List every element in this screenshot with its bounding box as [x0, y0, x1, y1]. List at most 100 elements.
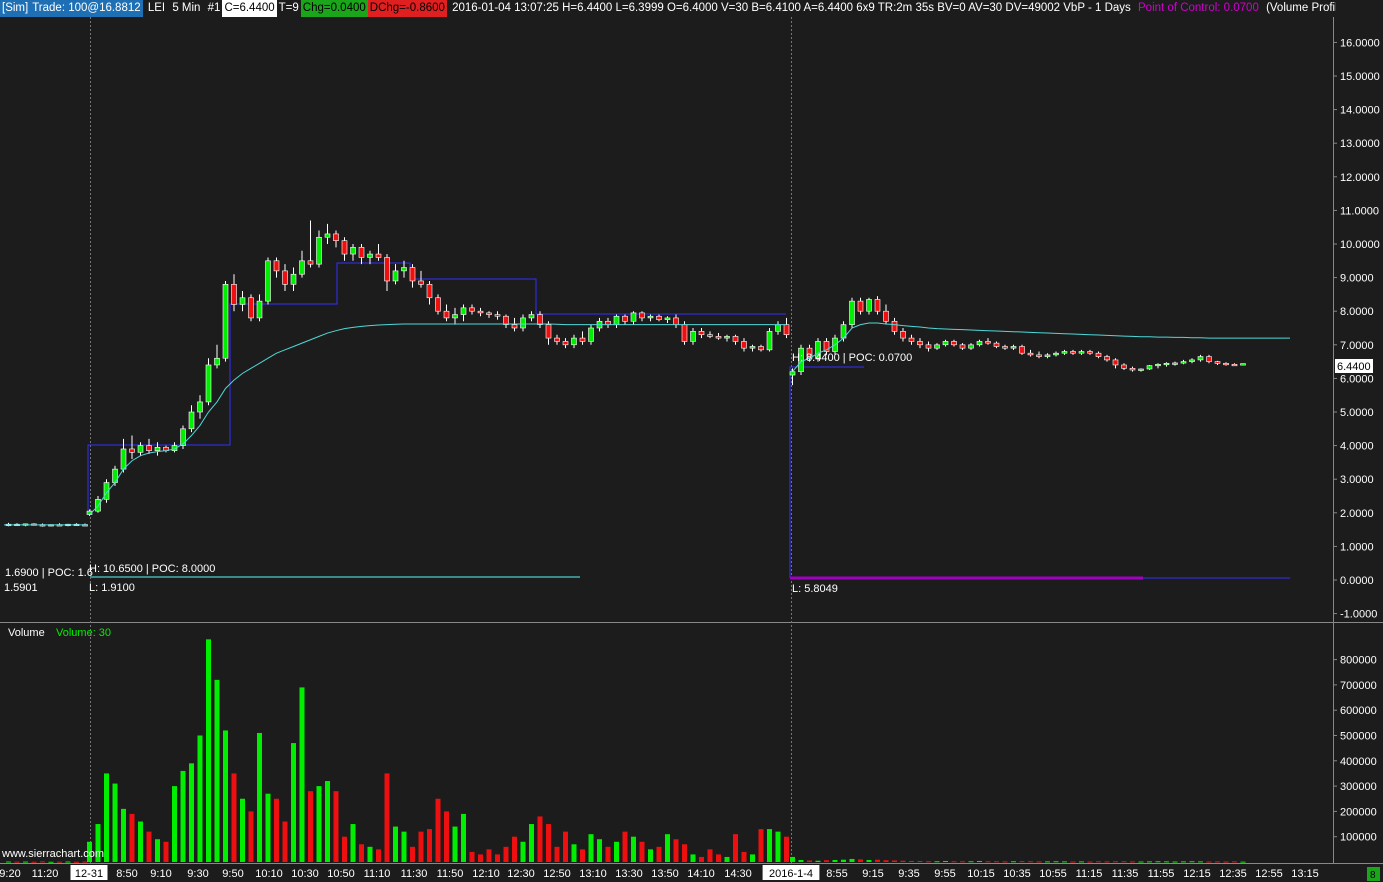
- volume-bar: [832, 859, 838, 862]
- volume-bar: [342, 836, 347, 862]
- candle-body: [1197, 356, 1204, 361]
- volume-bar: [892, 860, 897, 862]
- price-axis[interactable]: 16.0000 15.0000 14.0000 13.0000 12.0000 11.00…: [1333, 37, 1380, 621]
- volume-bar: [588, 834, 594, 862]
- candle-body: [137, 445, 144, 453]
- volume-bar: [994, 861, 999, 863]
- volume-tick-label: 500000: [1340, 731, 1377, 743]
- candle-body: [605, 320, 611, 325]
- volume-bar: [883, 860, 889, 862]
- price-tick-label: 0.0000: [1340, 575, 1374, 587]
- candle-body: [571, 337, 577, 346]
- candle-body: [1053, 352, 1059, 356]
- price-tick-label: 1.0000: [1340, 541, 1374, 553]
- time-tick-label: 9:20: [0, 868, 21, 880]
- volume-bar: [512, 836, 517, 862]
- candle-body: [401, 267, 407, 272]
- candle-body: [1214, 361, 1221, 364]
- candle-body: [460, 307, 467, 315]
- volume-bar: [1070, 861, 1076, 863]
- volume-bar: [163, 841, 169, 862]
- candle-body: [985, 341, 991, 344]
- time-tick-label: 9:15: [862, 868, 883, 880]
- candle-body: [426, 284, 433, 299]
- candle-body: [976, 341, 983, 346]
- volume-tick-label: 300000: [1340, 781, 1377, 793]
- time-tick-label: 9:10: [150, 868, 171, 880]
- candle-body: [673, 317, 679, 325]
- day1-low-label: 1.5901: [4, 582, 38, 594]
- candle-body: [681, 324, 688, 342]
- candle-body: [959, 344, 966, 349]
- volume-bar: [926, 861, 931, 863]
- time-tick-label: 11:55: [1148, 868, 1175, 880]
- price-tick-label: 14.0000: [1340, 105, 1380, 117]
- candle-body: [341, 240, 348, 255]
- volume-bar: [155, 839, 160, 862]
- volume-bar: [682, 844, 687, 862]
- candle-body: [409, 267, 416, 282]
- volume-bar: [1062, 861, 1067, 863]
- volume-bar: [1121, 861, 1127, 863]
- time-axis[interactable]: 9:20 11:20 12-31 8:50 9:10 9:30 9:50 10:10 10:30…: [0, 865, 1319, 880]
- volume-bar: [189, 763, 194, 862]
- volume-bar: [325, 781, 330, 862]
- volume-bar: [951, 861, 957, 863]
- time-tick-label: 8:50: [116, 868, 137, 880]
- price-volume-chart[interactable]: 16.0000 15.0000 14.0000 13.0000 12.0000 11.00…: [0, 0, 1383, 882]
- volume-bar: [571, 844, 577, 862]
- volume-bar: [240, 798, 245, 862]
- candle-body: [866, 299, 872, 312]
- price-tick-label: 4.0000: [1340, 441, 1374, 453]
- volume-bar: [427, 829, 432, 862]
- candle-body: [1070, 351, 1076, 354]
- candle-body: [418, 280, 424, 285]
- time-tick-label: 11:50: [437, 868, 464, 880]
- volume-bar: [1113, 861, 1118, 863]
- volume-profile-outline: [789, 366, 864, 578]
- candle-body: [299, 260, 305, 275]
- volume-bar: [775, 831, 781, 862]
- candle-body: [900, 331, 906, 339]
- volume-bar: [1002, 861, 1008, 863]
- volume-bar: [350, 824, 356, 862]
- candle-body: [520, 317, 526, 329]
- volume-bar: [1036, 861, 1042, 863]
- candle-body: [1129, 368, 1136, 371]
- price-tick-label: 13.0000: [1340, 138, 1380, 150]
- day3-high-poc-label: H: 8.4400 | POC: 0.0700: [792, 352, 912, 364]
- volume-bar: [917, 860, 923, 862]
- volume-bar: [1206, 861, 1212, 863]
- candle-body: [120, 448, 127, 470]
- candle-body: [1002, 346, 1008, 349]
- candle-body: [1112, 359, 1119, 366]
- candle-body: [562, 341, 569, 346]
- candle-body: [307, 260, 314, 265]
- volume-bar: [274, 798, 279, 862]
- volume-bar: [393, 826, 398, 862]
- candle-body: [1163, 362, 1170, 366]
- price-tick-label: 10.0000: [1340, 239, 1380, 251]
- volume-bar: [359, 844, 364, 862]
- corner-badge-label: 8: [1370, 870, 1376, 881]
- volume-bar: [875, 859, 880, 862]
- candle-body: [690, 331, 696, 342]
- candle-body: [707, 334, 713, 337]
- candle-body: [857, 300, 864, 312]
- time-tick-label: 9:35: [898, 868, 919, 880]
- volume-axis[interactable]: 800000 700000 600000 500000 400000 300000 2000…: [1333, 655, 1377, 844]
- volume-bar: [452, 826, 458, 862]
- volume-tick-label: 700000: [1340, 680, 1377, 692]
- time-tick-label: 9:30: [187, 868, 208, 880]
- volume-bar: [206, 639, 211, 862]
- candle-body: [350, 247, 356, 255]
- candle-body: [384, 257, 390, 282]
- volume-bar: [614, 841, 619, 862]
- volume-bar: [858, 859, 863, 862]
- volume-bar: [121, 808, 126, 862]
- candle-body: [908, 337, 915, 342]
- candle-body: [1087, 351, 1093, 354]
- volume-bar: [1138, 861, 1144, 863]
- candle-body: [197, 401, 203, 413]
- candle-body: [789, 371, 796, 376]
